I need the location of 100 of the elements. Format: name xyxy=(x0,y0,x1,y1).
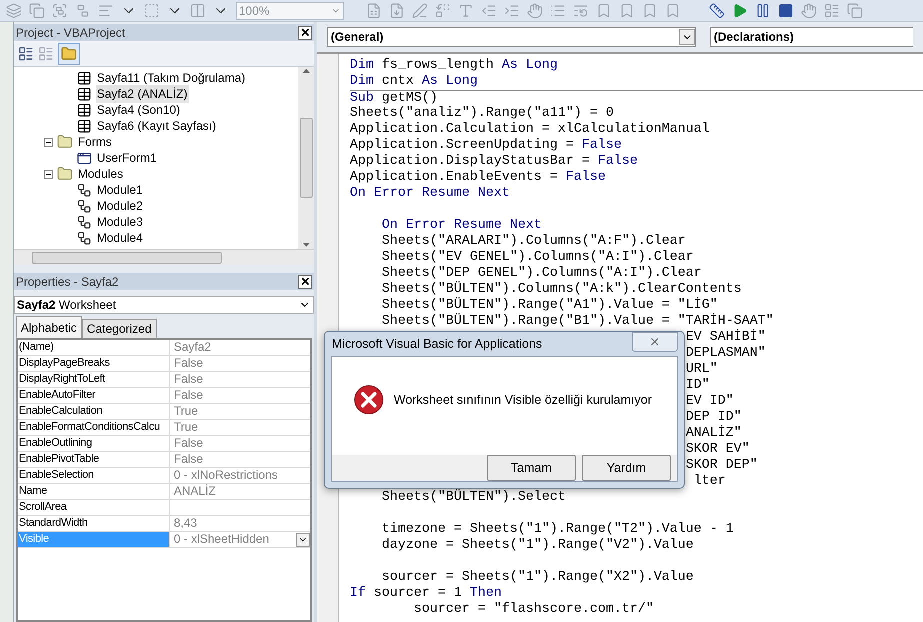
run-icon[interactable] xyxy=(732,2,748,18)
code-line: ANALİZ" xyxy=(686,426,742,442)
code-line: SKOR EV" xyxy=(686,442,750,458)
property-name[interactable]: EnableCalculation xyxy=(18,404,170,419)
tree-item[interactable]: Module2 xyxy=(96,197,144,215)
property-name[interactable]: EnableAutoFilter xyxy=(18,388,170,403)
code-line: Sheets("BÜLTEN").Columns("A:k").ClearContents xyxy=(382,282,742,297)
distribute-icon[interactable] xyxy=(190,2,206,18)
property-name[interactable]: StandardWidth xyxy=(18,516,170,531)
module-icon xyxy=(77,230,92,246)
scroll-up-icon[interactable] xyxy=(302,69,310,73)
code-line: Dim fs_rows_length As Long xyxy=(350,58,558,74)
tree-item[interactable]: Sayfa6 (Kayıt Sayfası) xyxy=(96,117,218,135)
scroll-down-icon[interactable] xyxy=(302,243,310,247)
close-button[interactable] xyxy=(298,26,312,40)
property-value[interactable]: False xyxy=(170,388,310,403)
property-value[interactable]: ANALİZ xyxy=(170,484,310,499)
property-name[interactable]: DisplayPageBreaks xyxy=(18,356,170,371)
stop-icon[interactable] xyxy=(778,2,794,18)
code-line: URL" xyxy=(686,362,718,378)
procedure-dropdown[interactable]: (Declarations) xyxy=(710,27,913,47)
object-dropdown[interactable]: (General) xyxy=(327,27,696,47)
bookmark-icon[interactable] xyxy=(665,2,681,18)
hand-icon[interactable] xyxy=(801,2,817,18)
code-line: EV SAHİBİ" xyxy=(686,330,766,346)
sheet-icon xyxy=(77,70,92,86)
module-icon xyxy=(77,182,92,198)
tree-item[interactable]: Sayfa11 (Takım Doğrulama) xyxy=(96,69,246,87)
code-line: Sheets("EV GENEL").Columns("A:I").Clear xyxy=(382,250,694,266)
dialog-title: Microsoft Visual Basic for Applications xyxy=(332,336,542,353)
property-value[interactable]: False xyxy=(170,372,310,387)
import-icon[interactable] xyxy=(389,2,405,18)
property-name[interactable]: ScrollArea xyxy=(18,500,170,515)
code-line: SKOR DEP" xyxy=(686,458,758,474)
panel-title: Properties - Sayfa2 xyxy=(16,274,119,290)
code-line: Sheets("BÜLTEN").Range("B1").Value = "TARİH-SAAT" xyxy=(382,314,774,329)
group-icon[interactable] xyxy=(52,2,68,18)
module-icon xyxy=(77,214,92,230)
bring-forward-icon[interactable] xyxy=(6,2,22,18)
collapse-toggle[interactable] xyxy=(44,138,53,146)
code-line: Sheets("analiz").Range("a11") = 0 xyxy=(350,106,614,122)
dialog-button[interactable]: Tamam xyxy=(487,455,576,481)
property-name[interactable]: EnableOutlining xyxy=(18,436,170,451)
property-value[interactable]: Sayfa2 xyxy=(170,340,310,355)
property-value[interactable]: 8,43 xyxy=(170,516,310,531)
dialog-message: Worksheet sınıfının Visible özelliği kurulamıyor xyxy=(394,392,652,409)
code-line: Application.Calculation = xlCalculationManual xyxy=(350,122,710,138)
property-name[interactable]: EnableFormatConditionsCalcu xyxy=(18,420,170,435)
horizontal-scrollbar[interactable] xyxy=(14,249,314,265)
folder-icon xyxy=(57,134,73,150)
replace-icon[interactable] xyxy=(435,2,451,18)
sheet-icon xyxy=(77,102,92,118)
property-name[interactable]: DisplayRightToLeft xyxy=(18,372,170,387)
dialog-button[interactable]: Yardım xyxy=(582,455,671,481)
tree-item[interactable]: Sayfa2 (ANALİZ) xyxy=(96,85,189,103)
tab[interactable]: Alphabetic xyxy=(16,316,82,338)
bookmark-icon[interactable] xyxy=(596,2,612,18)
property-value[interactable]: False xyxy=(170,436,310,451)
sheet-icon[interactable] xyxy=(366,2,382,18)
pause-icon[interactable] xyxy=(755,2,771,18)
view-code-icon[interactable] xyxy=(18,46,34,62)
tree-item[interactable]: Forms xyxy=(77,133,113,151)
property-value[interactable]: True xyxy=(170,404,310,419)
close-button[interactable] xyxy=(298,274,312,288)
collapse-toggle[interactable] xyxy=(44,170,53,178)
vertical-scrollbar[interactable] xyxy=(298,67,314,249)
bookmark-icon[interactable] xyxy=(642,2,658,18)
property-value[interactable]: False xyxy=(170,356,310,371)
object-combo[interactable]: Sayfa2 Worksheet xyxy=(14,296,314,314)
code-line: DEPLASMAN" xyxy=(686,346,766,362)
tab[interactable]: Categorized xyxy=(82,319,157,338)
property-value[interactable]: False xyxy=(170,452,310,467)
code-line: EV ID" xyxy=(686,394,734,410)
code-line: If sourcer = 1 Then xyxy=(350,586,502,602)
center-icon[interactable] xyxy=(144,2,160,18)
code-line: Sheets("DEP GENEL").Columns("A:I").Clear xyxy=(382,266,702,281)
tree-item[interactable]: Modules xyxy=(77,165,124,183)
property-name[interactable]: (Name) xyxy=(18,340,170,355)
toggle-folders-button[interactable] xyxy=(58,42,80,64)
hand-icon[interactable] xyxy=(527,2,543,18)
code-line: Dim cntx As Long xyxy=(350,74,478,90)
sheet-icon xyxy=(77,86,92,102)
code-line: lter xyxy=(694,474,726,490)
tree-item[interactable]: Module3 xyxy=(96,213,144,231)
form-icon xyxy=(77,150,92,166)
tree-item[interactable]: UserForm1 xyxy=(96,149,158,167)
property-name[interactable]: EnableSelection xyxy=(18,468,170,483)
close-icon xyxy=(300,276,310,287)
pen-icon[interactable] xyxy=(412,2,428,18)
tree-item[interactable]: Module1 xyxy=(96,181,144,199)
ungroup-icon[interactable] xyxy=(75,2,91,18)
property-value[interactable]: 0 - xlNoRestrictions xyxy=(170,468,310,483)
module-icon xyxy=(77,198,92,214)
property-name[interactable]: EnablePivotTable xyxy=(18,452,170,467)
tree-item[interactable]: Module4 xyxy=(96,229,144,247)
property-name[interactable]: Name xyxy=(18,484,170,499)
property-value[interactable]: True xyxy=(170,420,310,435)
bookmark-icon[interactable] xyxy=(619,2,635,18)
text-icon[interactable] xyxy=(458,2,474,18)
tree-item[interactable]: Sayfa4 (Son10) xyxy=(96,101,182,119)
